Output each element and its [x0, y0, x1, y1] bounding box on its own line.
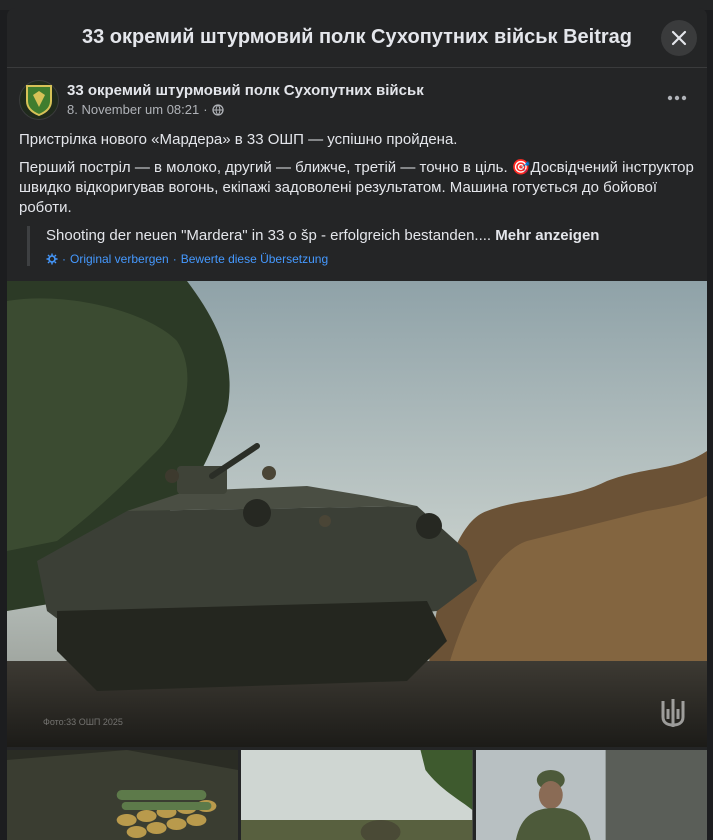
more-icon — [667, 95, 687, 101]
close-icon — [671, 30, 687, 46]
modal-header: 33 окремий штурмовий полк Сухопутних вій… — [7, 8, 707, 68]
soldier-photo-image — [475, 750, 707, 840]
post-body: Пристрілка нового «Мардера» в 33 ОШП — у… — [7, 120, 707, 218]
main-photo[interactable]: Фото:33 ОШП 2025 — [7, 281, 707, 747]
post-meta: 8. November um 08:21 · — [67, 101, 424, 119]
author-block: 33 окремий штурмовий полк Сухопутних вій… — [67, 80, 424, 120]
translation-dot-2: · — [172, 252, 177, 266]
translation-text: Shooting der neuen "Mardera" in 33 o šp … — [46, 226, 695, 246]
modal-title: 33 окремий штурмовий полк Сухопутних вій… — [81, 26, 633, 48]
photo-thumbnails — [7, 750, 707, 840]
translation-block: Shooting der neuen "Mardera" in 33 o šp … — [27, 226, 695, 266]
more-options-button[interactable] — [663, 88, 691, 108]
close-button[interactable] — [661, 20, 697, 56]
hide-original-link[interactable]: Original verbergen — [70, 252, 169, 266]
translation-content: Shooting der neuen "Mardera" in 33 o šp … — [46, 227, 496, 244]
translation-links: · Original verbergen · Bewerte diese Übe… — [46, 252, 695, 266]
globe-icon[interactable] — [211, 104, 224, 116]
rate-translation-link[interactable]: Bewerte diese Übersetzung — [181, 252, 328, 266]
author-name[interactable]: 33 окремий штурмовий полк Сухопутних вій… — [67, 81, 424, 101]
post-timestamp[interactable]: 8. November um 08:21 — [67, 101, 199, 119]
post-modal: 33 окремий штурмовий полк Сухопутних вій… — [7, 8, 707, 840]
post-paragraph-1: Пристрілка нового «Мардера» в 33 ОШП — у… — [19, 131, 458, 148]
ammunition-photo-image — [7, 750, 239, 840]
photo-thumbnail-1[interactable] — [7, 750, 239, 840]
post-paragraph-2: Перший постріл — в молоко, другий — ближ… — [19, 159, 694, 216]
translation-dot-1: · — [62, 252, 66, 266]
see-more-link[interactable]: Mehr anzeigen — [495, 227, 599, 244]
photo-thumbnail-2[interactable] — [241, 750, 473, 840]
post-header: 33 окремий штурмовий полк Сухопутних вій… — [7, 68, 707, 120]
unit-emblem-icon — [26, 85, 52, 117]
field-photo-image — [241, 750, 473, 840]
meta-separator: · — [203, 102, 208, 117]
trident-icon — [661, 699, 685, 727]
avatar[interactable] — [19, 80, 59, 120]
photo-thumbnail-3[interactable] — [475, 750, 707, 840]
photo-watermark: Фото:33 ОШП 2025 — [43, 717, 123, 727]
marder-photo-image — [7, 281, 707, 747]
translate-icon — [46, 253, 58, 265]
